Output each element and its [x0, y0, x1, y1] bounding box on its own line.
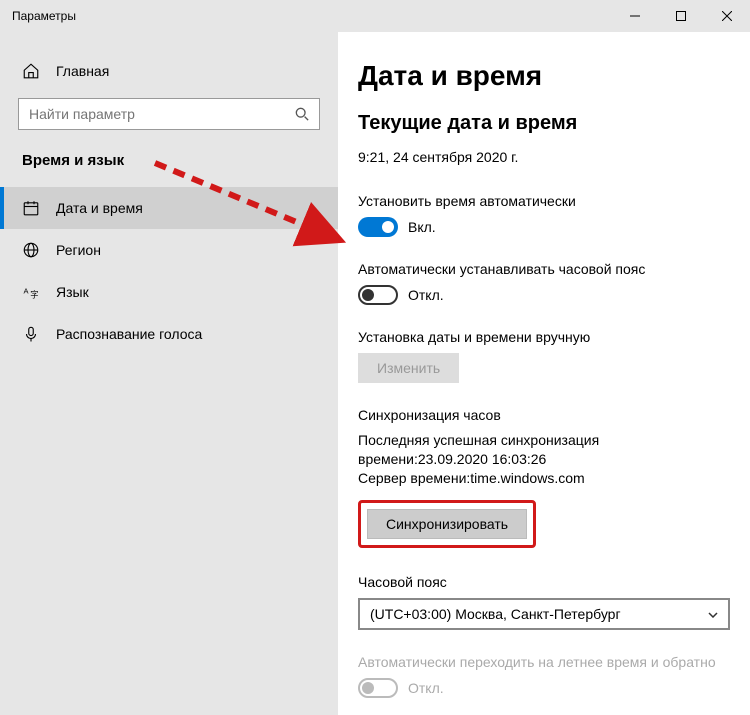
sidebar-item-label: Язык	[56, 284, 89, 300]
search-input[interactable]	[18, 98, 320, 130]
tz-select[interactable]: (UTC+03:00) Москва, Санкт-Петербург	[358, 598, 730, 630]
auto-time-label: Установить время автоматически	[358, 193, 730, 209]
home-nav[interactable]: Главная	[18, 52, 320, 98]
content-area: Дата и время Текущие дата и время 9:21, …	[338, 32, 750, 715]
window-title: Параметры	[12, 9, 76, 23]
microphone-icon	[22, 325, 40, 343]
globe-icon	[22, 241, 40, 259]
sidebar-item-label: Дата и время	[56, 200, 143, 216]
auto-tz-toggle[interactable]	[358, 285, 398, 305]
manual-set-label: Установка даты и времени вручную	[358, 329, 730, 345]
change-datetime-button: Изменить	[358, 353, 459, 383]
home-icon	[22, 62, 40, 80]
dst-toggle	[358, 678, 398, 698]
sidebar-item-language[interactable]: A字 Язык	[0, 271, 338, 313]
svg-text:A: A	[24, 287, 29, 296]
sidebar-item-label: Распознавание голоса	[56, 326, 202, 342]
maximize-button[interactable]	[658, 0, 704, 32]
language-icon: A字	[22, 283, 40, 301]
current-datetime-value: 9:21, 24 сентября 2020 г.	[358, 149, 730, 165]
sync-status: Последняя успешная синхронизация времени…	[358, 431, 730, 488]
sidebar-nav: Дата и время Регион A字 Язык Распознавани…	[0, 187, 338, 355]
sync-last-time: Последняя успешная синхронизация времени…	[358, 432, 599, 467]
close-button[interactable]	[704, 0, 750, 32]
auto-tz-label: Автоматически устанавливать часовой пояс	[358, 261, 730, 277]
sidebar-item-date-time[interactable]: Дата и время	[0, 187, 338, 229]
sync-now-button[interactable]: Синхронизировать	[367, 509, 527, 539]
dst-label: Автоматически переходить на летнее время…	[358, 654, 730, 670]
titlebar: Параметры	[0, 0, 750, 32]
auto-time-toggle[interactable]	[358, 217, 398, 237]
search-box	[18, 98, 320, 130]
current-datetime-heading: Текущие дата и время	[358, 112, 730, 135]
tz-heading: Часовой пояс	[358, 574, 730, 590]
sidebar: Главная Время и язык Дата и время Регион	[0, 32, 338, 715]
sync-server: Сервер времени:time.windows.com	[358, 470, 585, 486]
sidebar-section-heading: Время и язык	[0, 152, 338, 187]
search-icon	[294, 106, 310, 122]
page-title: Дата и время	[358, 60, 730, 92]
home-label: Главная	[56, 63, 109, 79]
svg-text:字: 字	[30, 289, 38, 299]
sidebar-item-region[interactable]: Регион	[0, 229, 338, 271]
chevron-down-icon	[708, 607, 718, 621]
tz-value: (UTC+03:00) Москва, Санкт-Петербург	[370, 606, 621, 622]
dst-state: Откл.	[408, 680, 444, 696]
annotation-highlight-box: Синхронизировать	[358, 500, 536, 548]
minimize-button[interactable]	[612, 0, 658, 32]
sidebar-item-label: Регион	[56, 242, 101, 258]
auto-time-state: Вкл.	[408, 219, 436, 235]
auto-tz-state: Откл.	[408, 287, 444, 303]
calendar-icon	[22, 199, 40, 217]
sidebar-item-speech[interactable]: Распознавание голоса	[0, 313, 338, 355]
window-controls	[612, 0, 750, 32]
sync-heading: Синхронизация часов	[358, 407, 730, 423]
